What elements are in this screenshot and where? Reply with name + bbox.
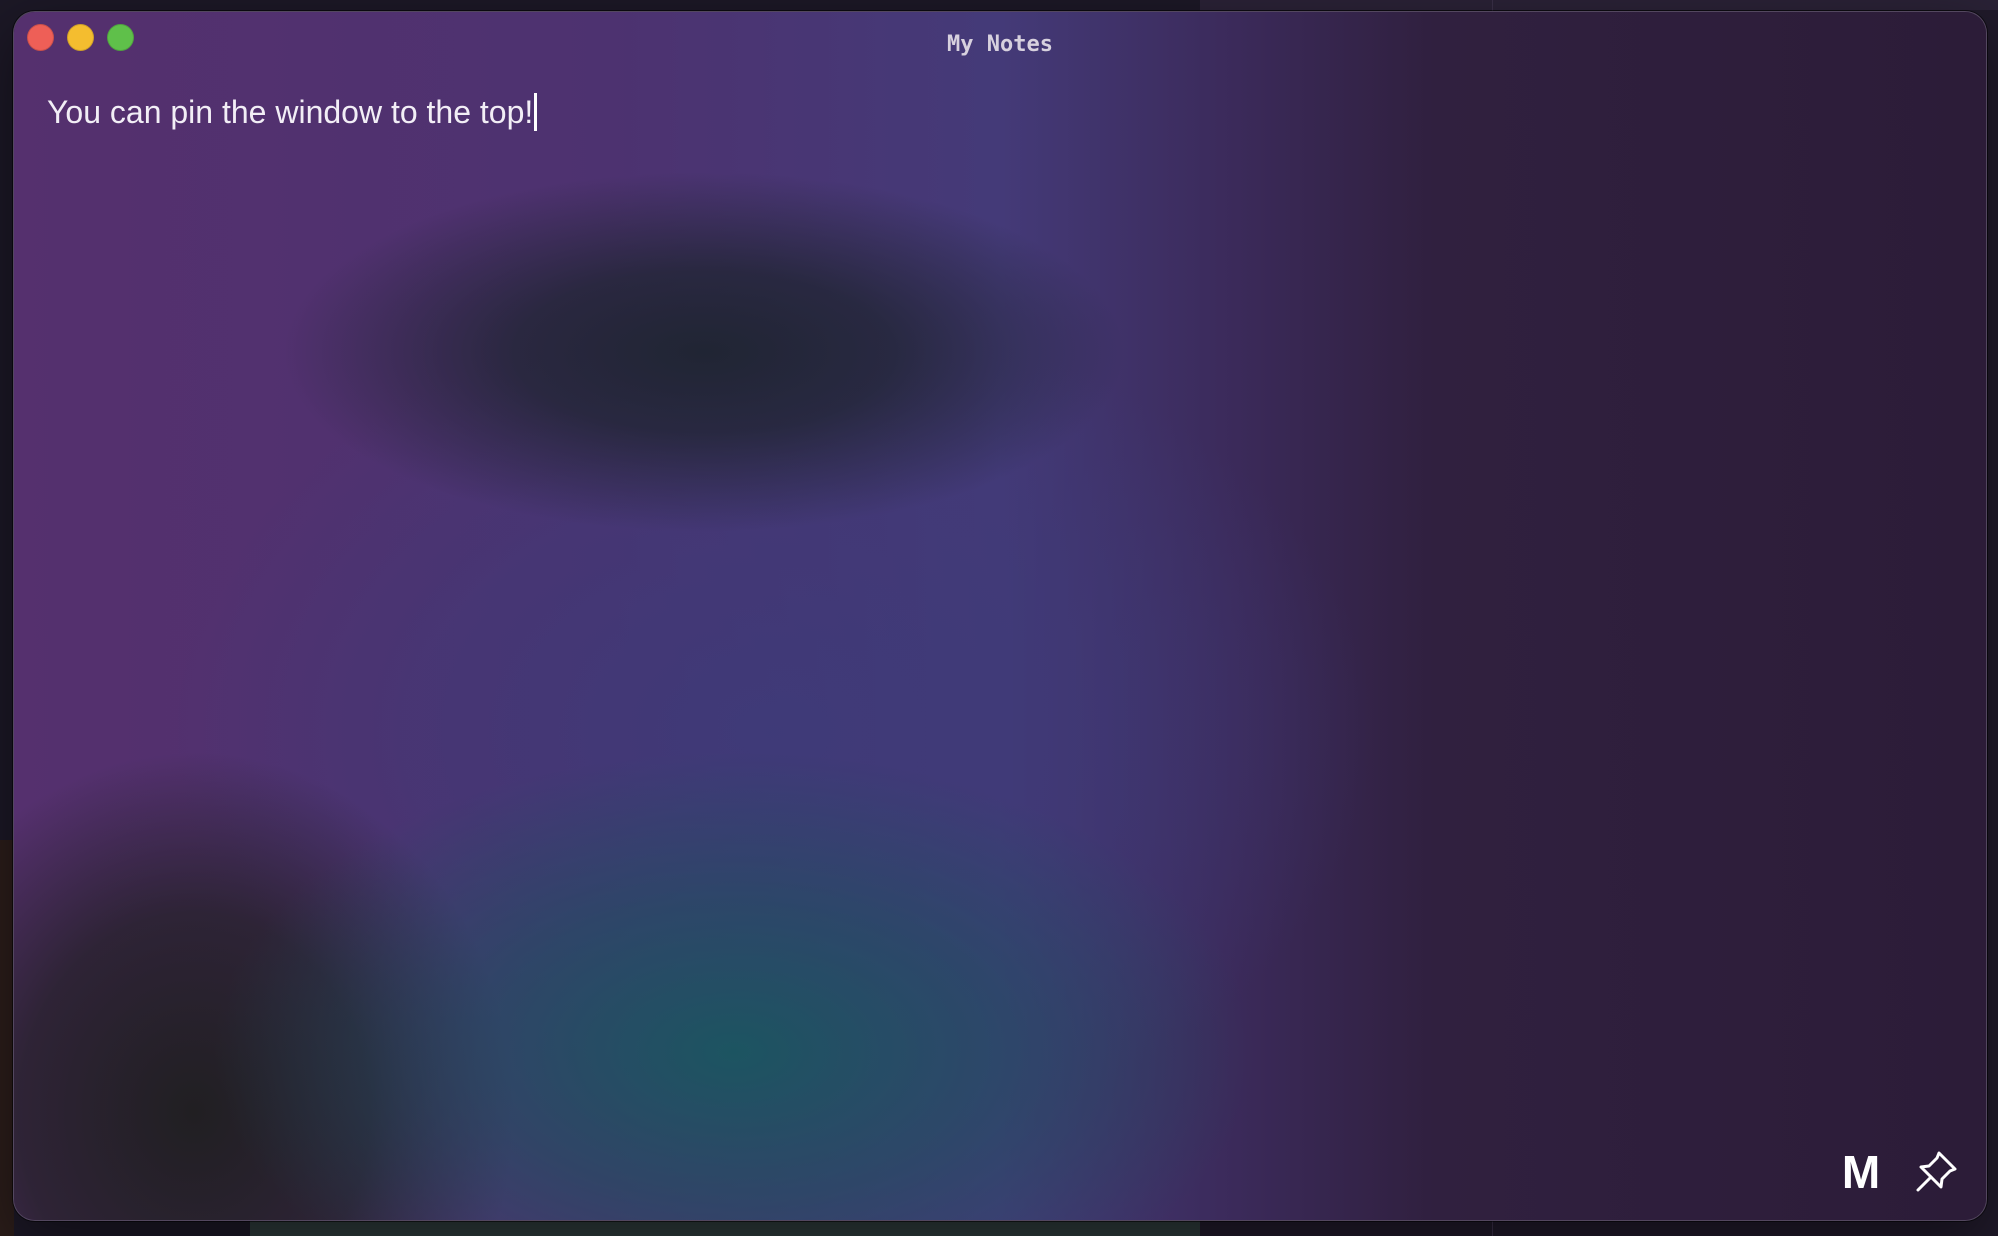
window-title: My Notes	[947, 32, 1053, 57]
background-editor-strip	[1200, 0, 1998, 10]
note-text: You can pin the window to the top!	[47, 94, 534, 130]
pin-icon	[1909, 1145, 1963, 1199]
pin-button[interactable]	[1909, 1145, 1963, 1199]
text-caret	[534, 93, 538, 131]
background-dock-strip	[250, 1220, 1200, 1236]
notes-window: My Notes You can pin the window to the t…	[13, 11, 1987, 1221]
background-left-edge	[0, 840, 14, 1236]
markdown-toggle-button[interactable]: M	[1834, 1145, 1888, 1199]
title-bar[interactable]: My Notes	[14, 12, 1986, 62]
note-editor[interactable]: You can pin the window to the top!	[47, 92, 1927, 1092]
